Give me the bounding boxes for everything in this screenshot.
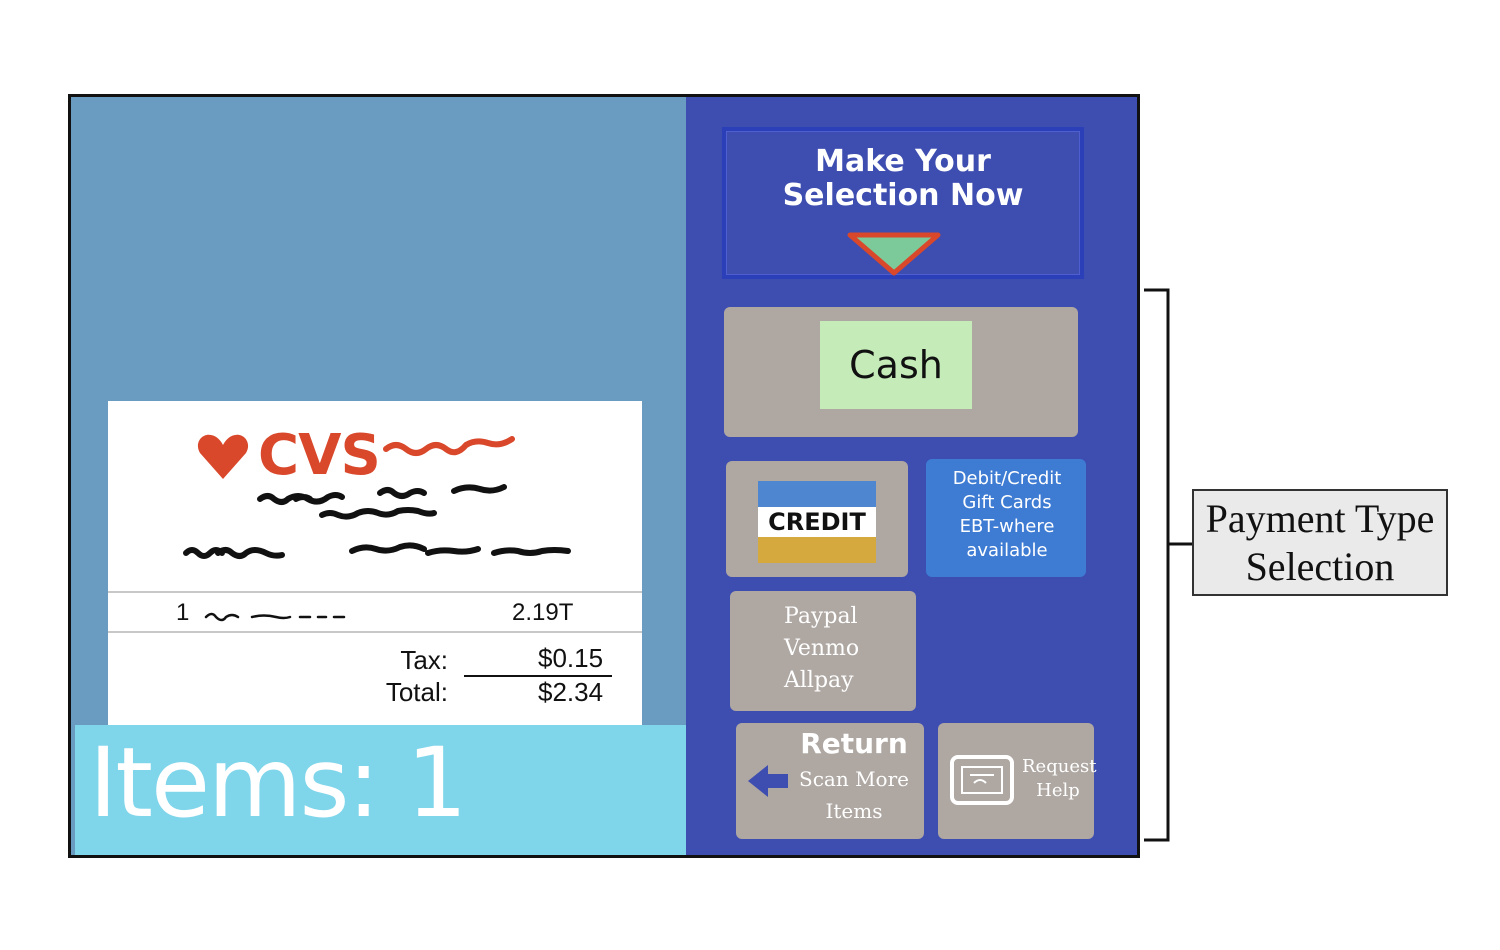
return-title: Return xyxy=(800,727,908,760)
return-scan-more-button[interactable]: Return Scan More Items xyxy=(736,723,924,839)
items-count: Items: 1 xyxy=(89,727,467,839)
divider xyxy=(108,631,642,633)
receipt: CVS 1 2.19T Tax: $0.15 Total: $2.34 xyxy=(108,401,642,731)
debit-giftcard-ebt-button[interactable]: Debit/Credit Gift Cards EBT-where availa… xyxy=(926,459,1086,577)
help-label: Request Help xyxy=(1022,755,1097,803)
paypal-line: Paypal xyxy=(784,604,858,629)
return-subtitle: Scan More Items xyxy=(784,763,924,827)
annotation-bracket xyxy=(1144,288,1172,842)
debit-line: available xyxy=(966,540,1048,561)
divider xyxy=(108,591,642,593)
credit-button[interactable]: CREDIT xyxy=(726,461,908,577)
prompt-line-1: Make Your xyxy=(815,144,991,179)
credit-card-icon: CREDIT xyxy=(758,481,876,563)
annotation-text: Payment Type Selection xyxy=(1194,495,1446,591)
receipt-header-scribbles xyxy=(183,436,571,559)
request-help-button[interactable]: Request Help xyxy=(938,723,1097,839)
kiosk-screen: CVS 1 2.19T Tax: $0.15 Total: $2.34 Item… xyxy=(68,94,1140,858)
line-item-price: 2.19T xyxy=(512,599,574,626)
line-item-qty: 1 xyxy=(176,599,190,626)
receipt-line-item: 1 2.19T xyxy=(108,597,642,631)
paypal-line: Allpay xyxy=(784,668,854,693)
payment-pane: Make Your Selection Now Cash CREDIT Debi… xyxy=(686,97,1137,855)
help-line: Help xyxy=(1036,780,1080,801)
paypal-label: Paypal Venmo Allpay xyxy=(784,601,859,697)
prompt-line-2: Selection Now xyxy=(782,178,1024,213)
annotation-line: Payment Type xyxy=(1205,496,1435,541)
prompt-text: Make Your Selection Now xyxy=(726,145,1080,213)
paypal-line: Venmo xyxy=(784,636,860,661)
annotation-connector xyxy=(1168,542,1194,546)
cash-label: Cash xyxy=(849,343,943,387)
payment-type-annotation: Payment Type Selection xyxy=(1192,489,1448,596)
tax-value: $0.15 xyxy=(538,643,604,673)
return-sub-line: Items xyxy=(825,799,883,823)
line-item-description-scribble xyxy=(204,612,346,622)
credit-label: CREDIT xyxy=(768,508,866,536)
help-screen-icon xyxy=(950,755,1014,805)
down-arrow-icon xyxy=(847,232,941,276)
total-value: $2.34 xyxy=(538,677,604,707)
debit-line: Debit/Credit xyxy=(952,468,1062,489)
return-sub-line: Scan More xyxy=(799,767,909,791)
debit-label: Debit/Credit Gift Cards EBT-where availa… xyxy=(932,467,1082,563)
debit-line: EBT-where xyxy=(959,516,1055,537)
help-line: Request xyxy=(1022,756,1097,777)
receipt-pane: CVS 1 2.19T Tax: $0.15 Total: $2.34 Item… xyxy=(71,97,686,855)
annotation-line: Selection xyxy=(1245,544,1395,589)
total-label: Total: xyxy=(385,677,448,707)
cash-button[interactable]: Cash xyxy=(724,307,1078,437)
receipt-totals: Tax: $0.15 Total: $2.34 xyxy=(108,643,642,725)
cash-label-panel: Cash xyxy=(820,321,972,409)
paypal-venmo-allpay-button[interactable]: Paypal Venmo Allpay xyxy=(730,591,916,711)
tax-label: Tax: xyxy=(400,645,448,675)
debit-line: Gift Cards xyxy=(962,492,1052,513)
items-count-bar: Items: 1 xyxy=(75,725,686,855)
selection-prompt: Make Your Selection Now xyxy=(722,127,1084,279)
